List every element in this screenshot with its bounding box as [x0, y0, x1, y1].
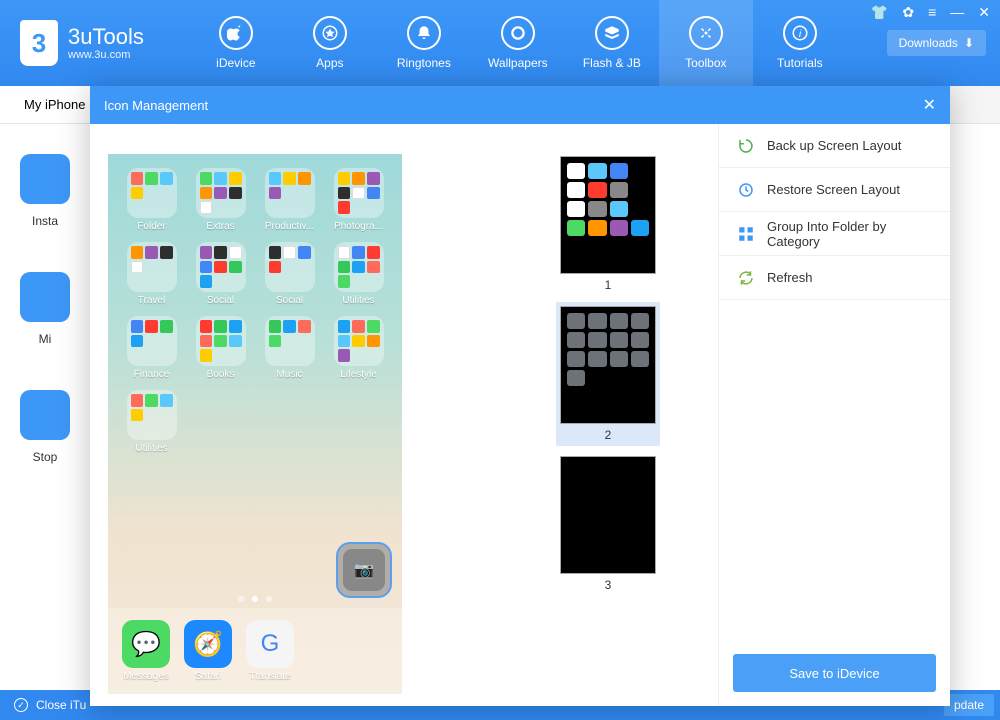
action-group[interactable]: Group Into Folder by Category — [719, 212, 950, 256]
app-icon: 💬 — [122, 620, 170, 668]
nav-icon — [313, 16, 347, 50]
folder[interactable]: Photogra... — [327, 168, 390, 232]
group-icon — [737, 225, 755, 243]
folder-icon — [265, 168, 315, 218]
modal-header: Icon Management ✕ — [90, 86, 950, 124]
folder-icon — [127, 390, 177, 440]
check-icon: ✓ — [14, 698, 28, 712]
top-nav: iDeviceAppsRingtonesWallpapersFlash & JB… — [189, 0, 847, 86]
folder[interactable]: Travel — [120, 242, 183, 306]
nav-icon — [689, 16, 723, 50]
sidebar-item[interactable]: Mi — [0, 242, 90, 360]
svg-text:i: i — [799, 28, 802, 40]
action-refresh[interactable]: Refresh — [719, 256, 950, 300]
folder-icon — [196, 242, 246, 292]
app-icon: G — [246, 620, 294, 668]
downloads-button[interactable]: Downloads ⬇ — [887, 30, 986, 56]
action-backup[interactable]: Back up Screen Layout — [719, 124, 950, 168]
nav-flash-jb[interactable]: Flash & JB — [565, 0, 659, 86]
folder-icon — [196, 316, 246, 366]
folder[interactable]: Social — [258, 242, 321, 306]
action-restore[interactable]: Restore Screen Layout — [719, 168, 950, 212]
sidebar-item[interactable]: Stop — [0, 360, 90, 478]
folder[interactable]: Productiv... — [258, 168, 321, 232]
close-icon[interactable]: ✕ — [923, 95, 936, 115]
nav-icon — [501, 16, 535, 50]
page-thumbnails: 123 — [498, 124, 718, 706]
app-icon: 🧭 — [184, 620, 232, 668]
folder[interactable]: Utilities — [327, 242, 390, 306]
nav-ringtones[interactable]: Ringtones — [377, 0, 471, 86]
folder[interactable]: Extras — [189, 168, 252, 232]
window-controls: 👕 ✿ ≡ — ✕ — [871, 4, 990, 21]
folder[interactable]: Utilities — [120, 390, 183, 454]
app-header: 3 3uTools www.3u.com iDeviceAppsRingtone… — [0, 0, 1000, 86]
download-icon: ⬇ — [964, 36, 974, 50]
logo: 3 3uTools www.3u.com — [20, 20, 144, 66]
refresh-icon — [737, 269, 755, 287]
minimize-icon[interactable]: — — [950, 4, 964, 21]
phone-preview-column: FolderExtrasProductiv...Photogra... Trave… — [90, 124, 498, 706]
page-thumb-2[interactable]: 2 — [556, 302, 660, 446]
sidebar-icon — [20, 272, 70, 322]
nav-icon — [595, 16, 629, 50]
actions-panel: Back up Screen LayoutRestore Screen Layo… — [718, 124, 950, 706]
folder-icon — [334, 242, 384, 292]
nav-icon — [407, 16, 441, 50]
nav-idevice[interactable]: iDevice — [189, 0, 283, 86]
thumbnail — [560, 456, 656, 574]
folder[interactable]: Music — [258, 316, 321, 380]
folder-icon — [265, 242, 315, 292]
thumbnail — [560, 306, 656, 424]
folder[interactable]: Lifestyle — [327, 316, 390, 380]
sidebar-icon — [20, 154, 70, 204]
selected-camera-icon[interactable]: 📷 Camera — [336, 542, 392, 598]
page-indicator — [108, 596, 402, 602]
modal-title: Icon Management — [104, 98, 208, 113]
folder[interactable]: Folder — [120, 168, 183, 232]
nav-icon — [219, 16, 253, 50]
nav-icon: i — [783, 16, 817, 50]
nav-wallpapers[interactable]: Wallpapers — [471, 0, 565, 86]
dock-app-messages[interactable]: 💬Messages — [122, 620, 170, 682]
page-thumb-1[interactable]: 1 — [556, 152, 660, 296]
restore-icon — [737, 181, 755, 199]
backup-icon — [737, 137, 755, 155]
menu-icon[interactable]: ≡ — [928, 4, 936, 21]
folder-icon — [127, 316, 177, 366]
sidebar-item[interactable]: Insta — [0, 124, 90, 242]
folder-icon — [334, 316, 384, 366]
save-to-idevice-button[interactable]: Save to iDevice — [733, 654, 936, 692]
app-name: 3uTools — [68, 25, 144, 49]
folder[interactable]: Books — [189, 316, 252, 380]
sidebar-icon — [20, 390, 70, 440]
thumbnail — [560, 156, 656, 274]
folder-icon — [196, 168, 246, 218]
folder-icon — [127, 242, 177, 292]
dock-app-translate[interactable]: GTranslate — [246, 620, 294, 682]
status-text: Close iTu — [36, 698, 86, 712]
folder[interactable]: Social — [189, 242, 252, 306]
nav-tutorials[interactable]: iTutorials — [753, 0, 847, 86]
sidebar: InstaMiStop — [0, 124, 90, 478]
phone-screen[interactable]: FolderExtrasProductiv...Photogra... Trave… — [108, 154, 402, 694]
nav-toolbox[interactable]: Toolbox — [659, 0, 753, 86]
folder-icon — [265, 316, 315, 366]
update-button[interactable]: pdate — [944, 694, 994, 716]
page-thumb-3[interactable]: 3 — [556, 452, 660, 596]
folder-icon — [127, 168, 177, 218]
nav-apps[interactable]: Apps — [283, 0, 377, 86]
close-icon[interactable]: ✕ — [978, 4, 990, 21]
app-subtitle: www.3u.com — [68, 49, 144, 61]
folder-icon — [334, 168, 384, 218]
gear-icon[interactable]: ✿ — [902, 4, 914, 21]
dock-app-safari[interactable]: 🧭Safari — [184, 620, 232, 682]
dock: 💬Messages 🧭Safari GTranslate — [108, 608, 402, 694]
shirt-icon[interactable]: 👕 — [871, 4, 888, 21]
icon-management-modal: Icon Management ✕ FolderExtrasProductiv.… — [90, 86, 950, 706]
folder[interactable]: Finance — [120, 316, 183, 380]
